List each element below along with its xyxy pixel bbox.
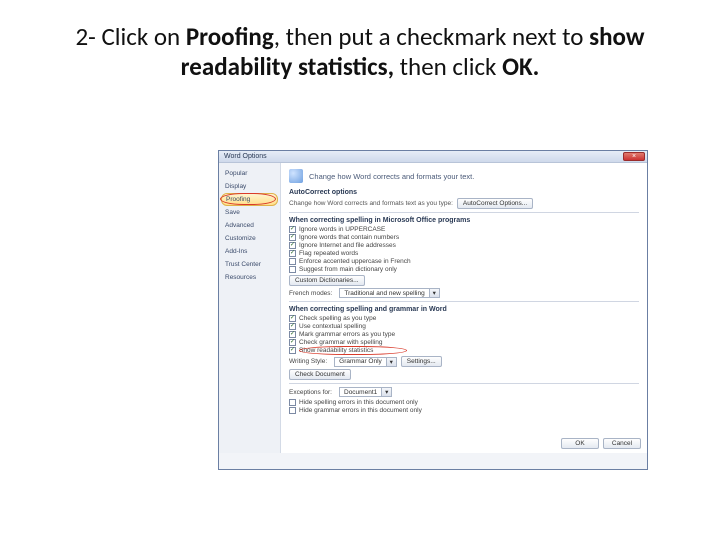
chevron-down-icon: ▾ [381, 388, 391, 396]
chevron-down-icon: ▾ [429, 289, 439, 297]
sidebar-item-customize[interactable]: Customize [219, 232, 280, 245]
french-modes-label: French modes: [289, 290, 332, 297]
custom-dictionaries-button[interactable]: Custom Dictionaries... [289, 275, 365, 286]
checkbox-suggest-main[interactable] [289, 266, 296, 273]
check-document-button[interactable]: Check Document [289, 369, 351, 380]
sidebar-item-addins[interactable]: Add-Ins [219, 245, 280, 258]
word-options-dialog: Word Options × Popular Display Proofing … [218, 150, 648, 470]
checkbox-contextual[interactable] [289, 323, 296, 330]
sidebar: Popular Display Proofing Save Advanced C… [219, 163, 281, 453]
checkbox-flag-repeated[interactable] [289, 250, 296, 257]
exceptions-dropdown[interactable]: Document1 ▾ [339, 387, 392, 397]
sidebar-item-resources[interactable]: Resources [219, 271, 280, 284]
instruction-text: 2- Click on Proofing, then put a checkma… [0, 0, 720, 92]
checkbox-check-spelling[interactable] [289, 315, 296, 322]
checkbox-ignore-urls[interactable] [289, 242, 296, 249]
header-text: Change how Word corrects and formats you… [309, 172, 474, 181]
chevron-down-icon: ▾ [386, 358, 396, 366]
sidebar-item-popular[interactable]: Popular [219, 167, 280, 180]
readability-label: Show readability statistics [299, 347, 373, 354]
checkbox-readability[interactable] [289, 347, 296, 354]
section2-title: When correcting spelling and grammar in … [289, 306, 639, 313]
exceptions-label: Exceptions for: [289, 389, 332, 396]
close-button[interactable]: × [623, 152, 645, 161]
titlebar: Word Options × [219, 151, 647, 163]
settings-button[interactable]: Settings... [401, 356, 442, 367]
section1-title: When correcting spelling in Microsoft Of… [289, 217, 639, 224]
checkbox-ignore-upper[interactable] [289, 226, 296, 233]
writing-style-dropdown[interactable]: Grammar Only ▾ [334, 357, 397, 367]
cancel-button[interactable]: Cancel [603, 438, 641, 449]
checkbox-grammar-type[interactable] [289, 331, 296, 338]
checkbox-hide-grammar[interactable] [289, 407, 296, 414]
writing-style-label: Writing Style: [289, 358, 327, 365]
autocorrect-title: AutoCorrect options [289, 189, 639, 196]
autocorrect-options-button[interactable]: AutoCorrect Options... [457, 198, 533, 209]
checkbox-grammar-with-spelling[interactable] [289, 339, 296, 346]
main-panel: Change how Word corrects and formats you… [281, 163, 647, 453]
checkbox-french-accent[interactable] [289, 258, 296, 265]
sidebar-item-display[interactable]: Display [219, 180, 280, 193]
sidebar-item-advanced[interactable]: Advanced [219, 219, 280, 232]
ok-button[interactable]: OK [561, 438, 599, 449]
french-modes-dropdown[interactable]: Traditional and new spelling ▾ [339, 288, 439, 298]
dialog-title: Word Options [224, 153, 267, 160]
checkbox-ignore-numbers[interactable] [289, 234, 296, 241]
checkbox-hide-spelling[interactable] [289, 399, 296, 406]
autocorrect-desc: Change how Word corrects and formats tex… [289, 200, 453, 207]
header-icon [289, 169, 303, 183]
sidebar-item-save[interactable]: Save [219, 206, 280, 219]
sidebar-item-trust-center[interactable]: Trust Center [219, 258, 280, 271]
sidebar-item-proofing[interactable]: Proofing [221, 193, 278, 206]
